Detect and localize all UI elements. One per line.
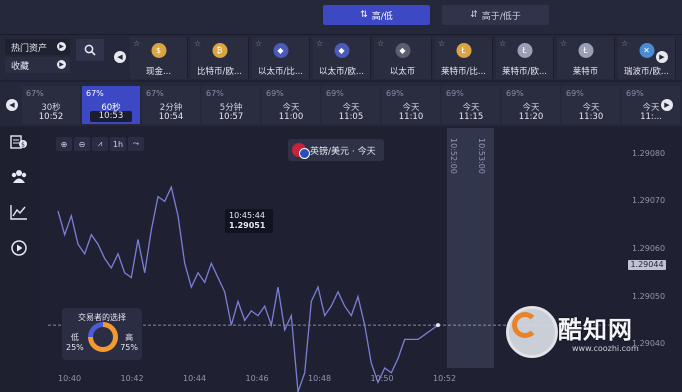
y-tick-label: 1.29080 bbox=[632, 148, 666, 158]
x-tick-label: 10:50 bbox=[370, 374, 394, 383]
tooltip-price: 1.29051 bbox=[229, 221, 266, 230]
y-tick-label: 1.29070 bbox=[632, 196, 666, 206]
x-tick-label: 10:48 bbox=[308, 374, 332, 383]
x-tick-label: 10:42 bbox=[120, 374, 144, 383]
trader-sentiment-widget: 交易者的选择 低 25% 高 75% bbox=[62, 308, 142, 360]
timeframe-button[interactable]: 1h bbox=[110, 137, 126, 151]
sentiment-high-label: 高 bbox=[125, 333, 134, 342]
sentiment-ring bbox=[88, 322, 118, 352]
sentiment-high: 高 75% bbox=[120, 332, 138, 352]
y-tick-label: 1.29050 bbox=[632, 291, 666, 301]
price-tooltip: 10:45:44 1.29051 bbox=[225, 209, 273, 233]
chart-type-button[interactable]: ⩘ bbox=[92, 137, 108, 151]
y-tick-label: 1.29060 bbox=[632, 244, 666, 253]
sentiment-low-pct: 25% bbox=[66, 343, 84, 352]
x-tick-label: 10:52 bbox=[433, 374, 457, 383]
chart-asset-title[interactable]: 英镑/美元 · 今天 bbox=[288, 139, 384, 161]
watermark-text: 酷知网 bbox=[558, 316, 633, 344]
gbp-usd-flag-icon bbox=[292, 143, 310, 159]
chart-toolbar: ⊕ ⊖ ⩘ 1h ⤳ bbox=[56, 137, 144, 153]
watermark-url: www.coozhi.com bbox=[572, 344, 639, 353]
indicators-button[interactable]: ⤳ bbox=[128, 137, 144, 151]
sentiment-low-label: 低 bbox=[70, 333, 79, 342]
x-tick-label: 10:44 bbox=[183, 374, 207, 383]
watermark-logo: 酷知网 www.coozhi.com bbox=[498, 300, 668, 372]
y-tick-label: 1.29040 bbox=[632, 339, 666, 349]
zoom-in-button[interactable]: ⊕ bbox=[56, 137, 72, 151]
current-price-tag: 1.29044 bbox=[628, 260, 666, 270]
sentiment-low: 低 25% bbox=[66, 332, 84, 352]
zoom-out-button[interactable]: ⊖ bbox=[74, 137, 90, 151]
sentiment-high-pct: 75% bbox=[120, 343, 138, 352]
current-price-point bbox=[436, 323, 440, 328]
x-tick-label: 10:46 bbox=[245, 374, 269, 383]
x-tick-label: 10:40 bbox=[58, 374, 82, 383]
tooltip-time: 10:45:44 bbox=[229, 211, 265, 220]
chart-title-text: 英镑/美元 · 今天 bbox=[310, 146, 376, 157]
watermark-c-icon bbox=[512, 312, 538, 338]
